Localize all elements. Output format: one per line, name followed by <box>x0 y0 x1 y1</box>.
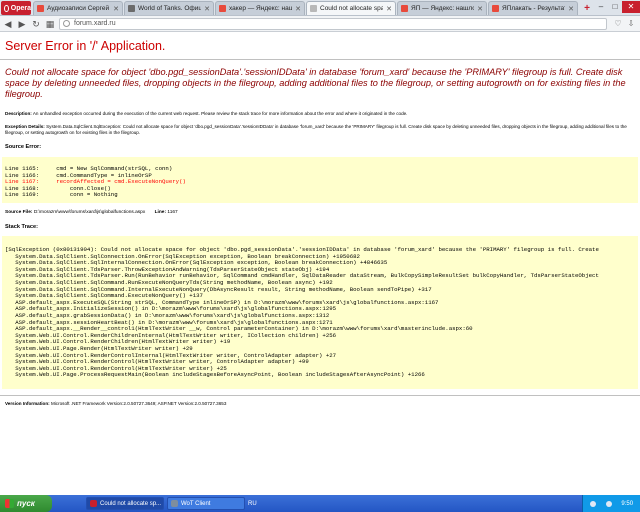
title-divider <box>0 59 640 60</box>
tray-network-icon[interactable] <box>589 500 596 507</box>
line-label: Line: <box>154 210 167 215</box>
browser-tab[interactable]: Could not allocate spa ✕ <box>306 1 396 15</box>
source-error-label: Source Error: <box>5 144 42 150</box>
taskbar-items: Could not allocate sp... WoT Client <box>86 497 248 510</box>
clock: 9:50 <box>621 500 634 507</box>
version-information: Version Information: Microsoft .NET Fram… <box>5 401 633 407</box>
forward-icon[interactable]: ▶ <box>17 18 27 30</box>
browser-tab-bar: Opera Аудиозаписи Сергей ✕ World of Tanks.… <box>0 0 640 16</box>
tab-close-icon[interactable]: ✕ <box>113 5 119 13</box>
reload-icon[interactable]: ↻ <box>31 18 41 30</box>
back-icon[interactable]: ◀ <box>3 18 13 30</box>
source-code-line: Line 1169: conn = Nothing <box>5 191 118 199</box>
tab-title: хакер — Яндекс: нашл <box>229 5 293 12</box>
bookmark-heart-icon[interactable]: ♡ <box>613 19 623 29</box>
tab-favicon-icon <box>128 5 135 12</box>
browser-tab[interactable]: ЯПлакать - Результат ✕ <box>488 1 578 15</box>
source-file-label: Source File: <box>5 210 33 215</box>
minimize-icon[interactable]: – <box>594 1 608 13</box>
tab-favicon-icon <box>37 5 44 12</box>
taskbar-item-label: WoT Client <box>181 500 211 507</box>
page-title: Server Error in '/' Application. <box>5 39 166 53</box>
taskbar-item[interactable]: WoT Client <box>167 497 245 510</box>
description-text: An unhandled exception occurred during t… <box>32 111 408 116</box>
browser-tab[interactable]: хакер — Яндекс: нашл ✕ <box>215 1 305 15</box>
tab-strip: Аудиозаписи Сергей ✕ World of Tanks. Офиц ✕… <box>33 1 579 15</box>
taskbar-item-label: Could not allocate sp... <box>100 500 162 507</box>
exception-details-text: System.Data.SqlClient.SqlException: Coul… <box>5 124 627 135</box>
browser-tab[interactable]: World of Tanks. Офиц ✕ <box>124 1 214 15</box>
wot-icon <box>171 500 178 507</box>
error-page: Server Error in '/' Application. Could n… <box>0 33 640 495</box>
url-text: forum.xard.ru <box>74 19 116 27</box>
source-error-box: Line 1165: cmd = New SqlCommand(strSQL, … <box>2 157 638 203</box>
tab-favicon-icon <box>310 5 317 12</box>
version-label: Version Information: <box>5 401 50 406</box>
line-number: 1167 <box>167 210 178 215</box>
error-message: Could not allocate space for object 'dbo… <box>5 67 626 99</box>
new-tab-button[interactable]: + <box>581 3 593 15</box>
tab-close-icon[interactable]: ✕ <box>204 5 210 13</box>
version-text: Microsoft .NET Framework Version:2.0.507… <box>50 401 227 406</box>
windows-taskbar: пуск Could not allocate sp... WoT Client … <box>0 495 640 512</box>
language-indicator[interactable]: RU <box>248 501 257 507</box>
tab-close-icon[interactable]: ✕ <box>477 5 483 13</box>
footer-divider <box>0 395 640 396</box>
tab-title: Could not allocate spa <box>320 5 384 12</box>
exception-details-label: Exception Details: <box>5 124 45 129</box>
url-field[interactable]: forum.xard.ru <box>59 17 607 30</box>
address-toolbar: ◀ ▶ ↻ ▦ forum.xard.ru ♡ ⇩ <box>0 16 640 32</box>
downloads-icon[interactable]: ⇩ <box>626 19 636 29</box>
maximize-icon[interactable]: □ <box>608 1 622 13</box>
globe-icon <box>63 20 70 27</box>
windows-flag-icon <box>5 499 14 508</box>
window-controls: – □ ✕ <box>594 1 640 15</box>
tab-title: ЯПлакать - Результат <box>502 5 566 12</box>
description-paragraph: Description: An unhandled exception occu… <box>5 111 633 117</box>
tab-favicon-icon <box>219 5 226 12</box>
speed-dial-icon[interactable]: ▦ <box>45 18 55 30</box>
description-label: Description: <box>5 111 32 116</box>
close-window-icon[interactable]: ✕ <box>622 1 640 13</box>
tab-close-icon[interactable]: ✕ <box>295 5 301 13</box>
tab-favicon-icon <box>492 5 499 12</box>
stack-trace-label: Stack Trace: <box>5 224 38 230</box>
stack-trace-line: System.Web.UI.Page.ProcessRequestMain(Bo… <box>5 371 425 379</box>
tab-title: World of Tanks. Офиц <box>138 5 202 12</box>
opera-menu-button[interactable]: Opera <box>1 1 31 15</box>
browser-tab[interactable]: Аудиозаписи Сергей ✕ <box>33 1 123 15</box>
start-button[interactable]: пуск <box>0 495 52 512</box>
browser-tab[interactable]: ЯП — Яндекс: нашлось✕ <box>397 1 487 15</box>
tab-title: Аудиозаписи Сергей <box>47 5 110 12</box>
source-file-path: D:\morazm\www\forums\xard\js\globalfunct… <box>33 210 146 215</box>
start-label: пуск <box>17 499 35 508</box>
system-tray: 9:50 <box>582 495 640 512</box>
tab-close-icon[interactable]: ✕ <box>568 5 574 13</box>
opera-logo-icon <box>4 4 9 12</box>
source-file-line: Source File: D:\morazm\www\forums\xard\j… <box>5 210 178 215</box>
opera-icon <box>90 500 97 507</box>
exception-details-paragraph: Exception Details: System.Data.SqlClient… <box>5 124 633 136</box>
stack-trace-box: [SqlException (0x80131904): Could not al… <box>2 236 638 389</box>
tab-favicon-icon <box>401 5 408 12</box>
opera-menu-label: Opera <box>10 4 31 12</box>
tab-title: ЯП — Яндекс: нашлось <box>411 5 474 12</box>
taskbar-item[interactable]: Could not allocate sp... <box>86 497 164 510</box>
tab-close-icon[interactable]: ✕ <box>386 5 392 13</box>
address-actions: ♡ ⇩ <box>613 19 636 29</box>
tray-volume-icon[interactable] <box>605 500 612 507</box>
